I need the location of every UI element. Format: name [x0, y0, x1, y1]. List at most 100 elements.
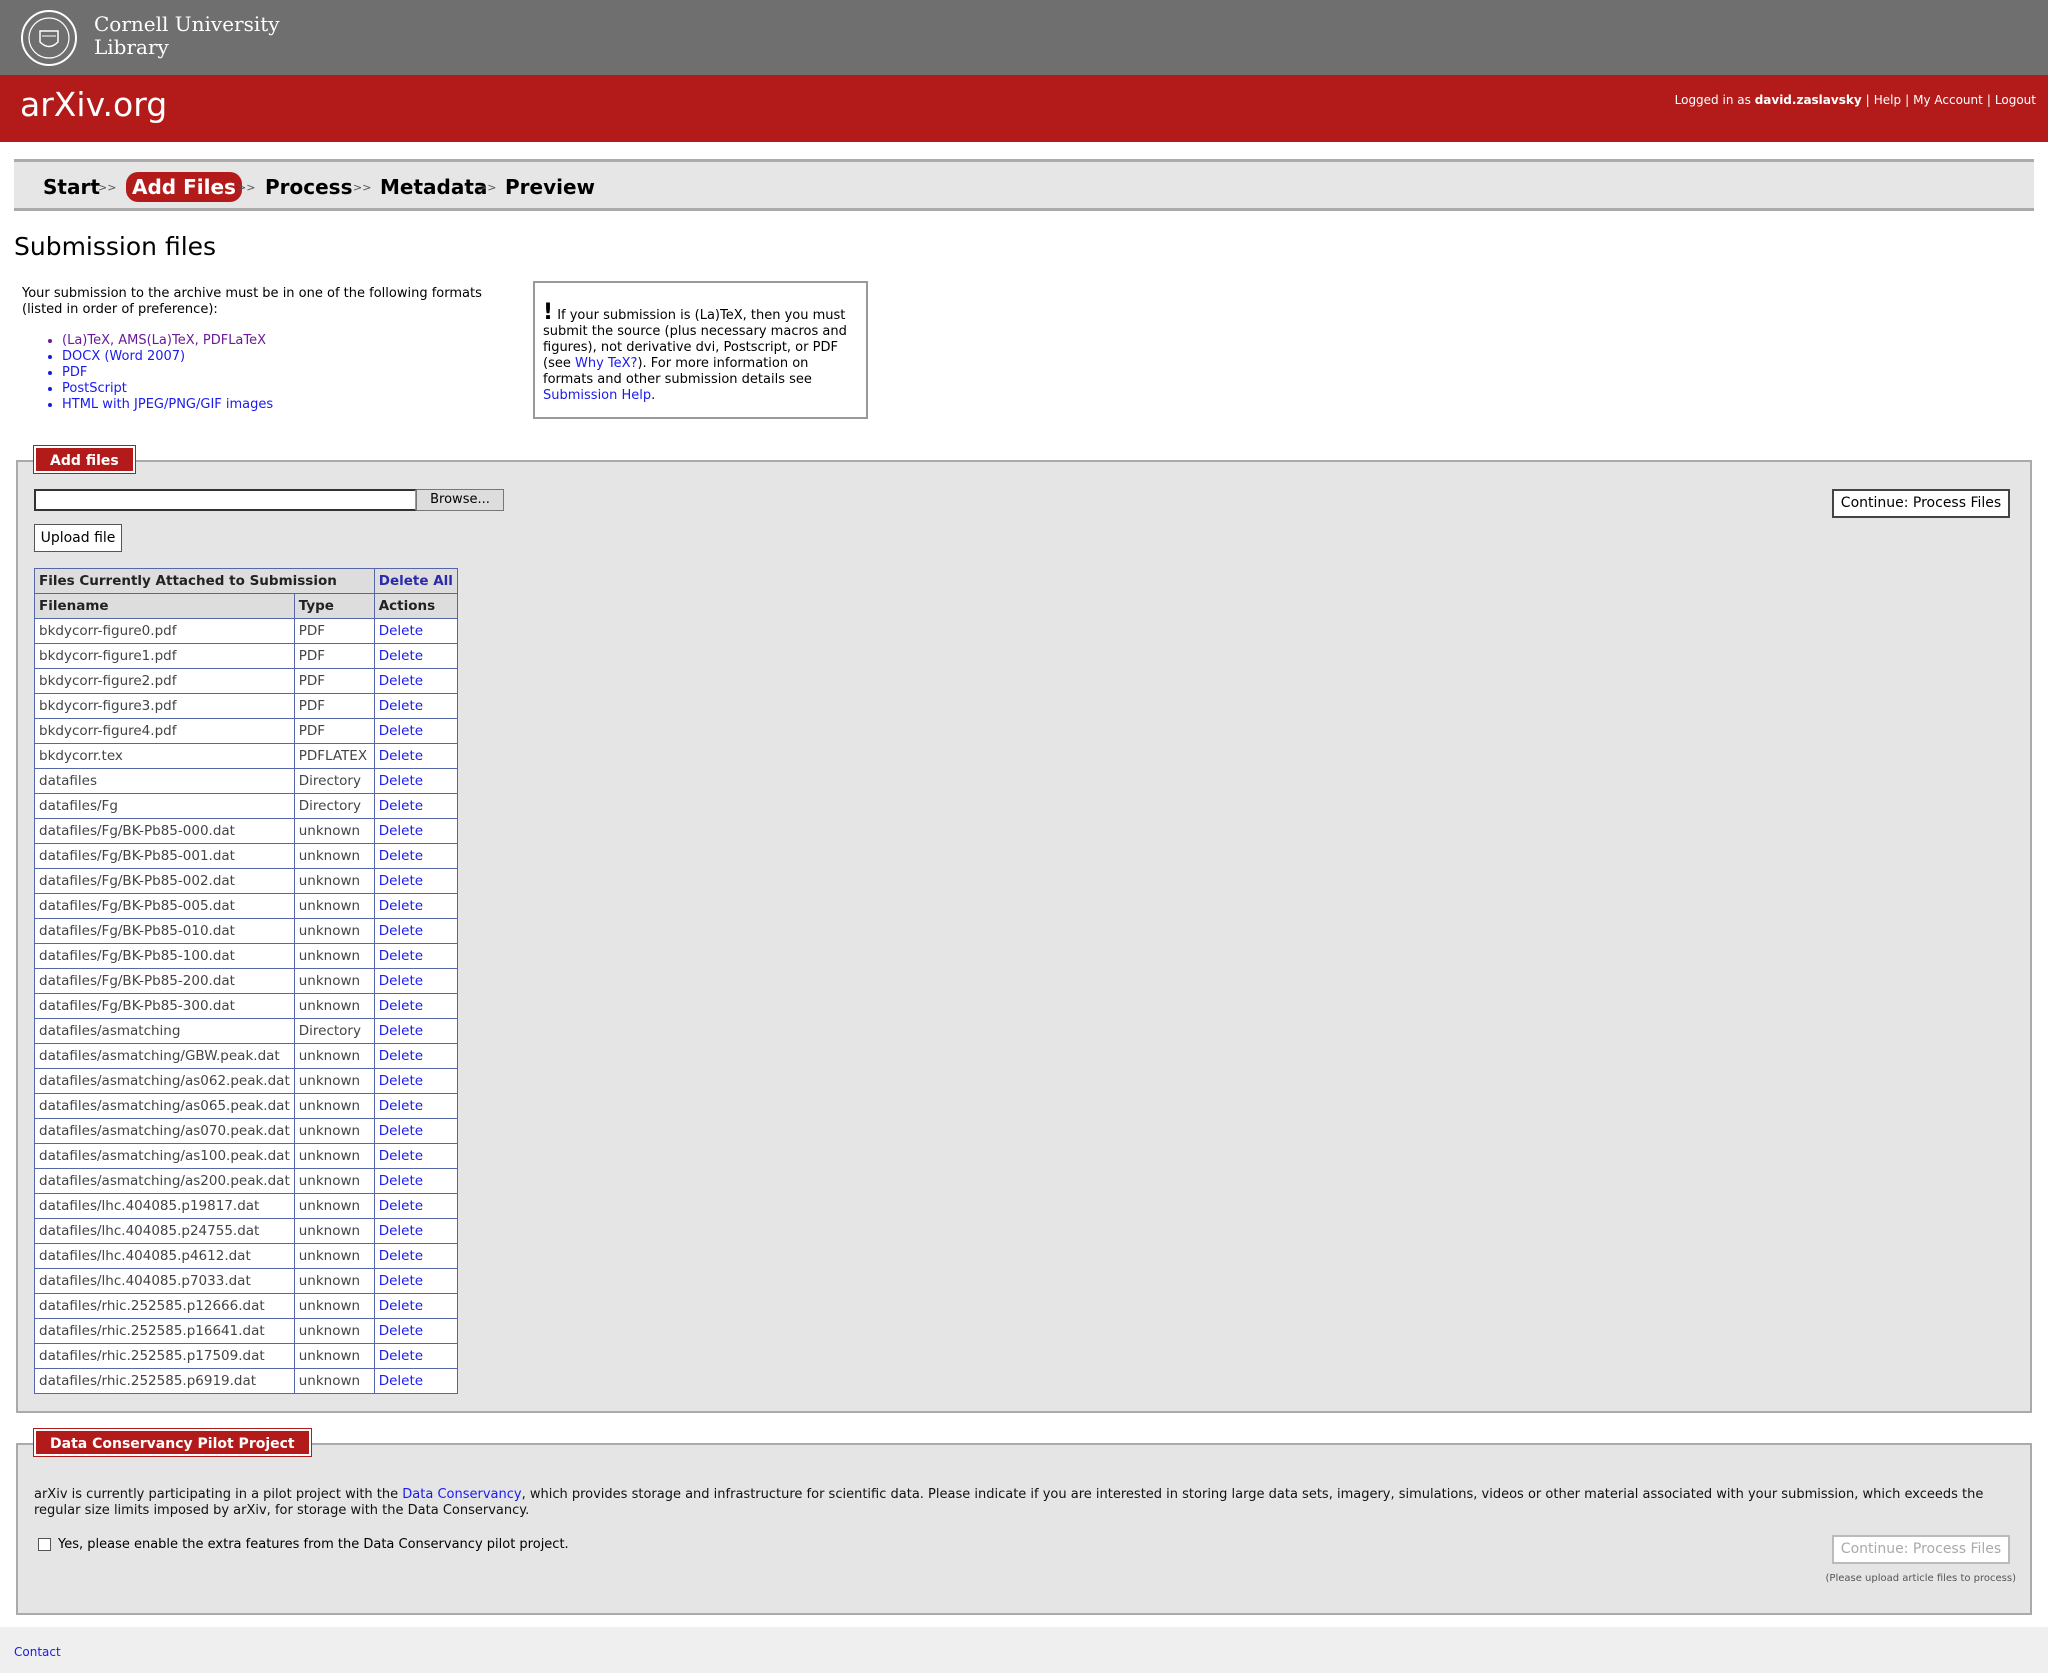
data-conservancy-link[interactable]: Data Conservancy [402, 1487, 521, 1502]
file-name-cell: datafiles/Fg [34, 793, 295, 819]
table-row: datafiles/rhic.252585.p17509.dat unknown D… [34, 1343, 458, 1369]
file-actions-cell: Delete [373, 843, 458, 869]
table-row: datafiles/asmatching/as100.peak.dat unkno… [34, 1143, 458, 1169]
delete-all-link[interactable]: Delete All [373, 568, 458, 594]
delete-file-link[interactable]: Delete [379, 1198, 423, 1214]
table-row: datafiles/Fg/BK-Pb85-005.dat unknown Delet… [34, 893, 458, 919]
logout-link[interactable]: Logout [1995, 93, 2036, 107]
help-link[interactable]: Help [1874, 93, 1901, 107]
delete-file-link[interactable]: Delete [379, 898, 423, 914]
delete-file-link[interactable]: Delete [379, 1273, 423, 1289]
format-link-pdf[interactable]: PDF [62, 365, 273, 381]
delete-file-link[interactable]: Delete [379, 1173, 423, 1189]
continue-process-files-button-disabled[interactable]: Continue: Process Files [1832, 1535, 2010, 1564]
continue-process-files-button[interactable]: Continue: Process Files [1832, 489, 2010, 518]
file-name-cell: datafiles/Fg/BK-Pb85-200.dat [34, 968, 295, 994]
delete-file-link[interactable]: Delete [379, 673, 423, 689]
table-row: datafiles/asmatching/as065.peak.dat unkno… [34, 1093, 458, 1119]
delete-file-link[interactable]: Delete [379, 1023, 423, 1039]
data-conservancy-description: arXiv is currently participating in a pi… [34, 1487, 2014, 1519]
step-separator: >> [237, 181, 256, 194]
delete-file-link[interactable]: Delete [379, 748, 423, 764]
delete-file-link[interactable]: Delete [379, 973, 423, 989]
file-name-cell: bkdycorr.tex [34, 743, 295, 769]
delete-file-link[interactable]: Delete [379, 648, 423, 664]
upload-file-button[interactable]: Upload file [34, 524, 122, 552]
delete-file-link[interactable]: Delete [379, 798, 423, 814]
my-account-link[interactable]: My Account [1913, 93, 1983, 107]
delete-file-link[interactable]: Delete [379, 873, 423, 889]
table-row: datafiles/lhc.404085.p4612.dat unknown Del… [34, 1243, 458, 1269]
file-name-cell: datafiles/lhc.404085.p24755.dat [34, 1218, 295, 1244]
file-actions-cell: Delete [373, 693, 458, 719]
delete-file-link[interactable]: Delete [379, 1048, 423, 1064]
file-name-cell: datafiles/lhc.404085.p7033.dat [34, 1268, 295, 1294]
delete-file-link[interactable]: Delete [379, 623, 423, 639]
file-type-cell: PDFLATEX [293, 743, 375, 769]
delete-file-link[interactable]: Delete [379, 1323, 423, 1339]
delete-file-link[interactable]: Delete [379, 998, 423, 1014]
why-tex-link[interactable]: Why TeX? [575, 356, 637, 371]
delete-file-link[interactable]: Delete [379, 773, 423, 789]
delete-file-link[interactable]: Delete [379, 1298, 423, 1314]
arxiv-header: arXiv.org Logged in as david.zaslavsky | H… [0, 75, 2048, 142]
cornell-library-logo[interactable]: Cornell University Library [94, 13, 280, 59]
column-header-actions: Actions [373, 593, 458, 619]
table-row: bkdycorr.tex PDFLATEX Delete [34, 743, 458, 769]
file-name-cell: bkdycorr-figure3.pdf [34, 693, 295, 719]
table-row: datafiles/Fg/BK-Pb85-001.dat unknown Delet… [34, 843, 458, 869]
delete-file-link[interactable]: Delete [379, 1248, 423, 1264]
format-link-latex[interactable]: (La)TeX, AMS(La)TeX, PDFLaTeX [62, 333, 273, 349]
delete-file-link[interactable]: Delete [379, 823, 423, 839]
data-conservancy-checkbox[interactable] [38, 1538, 51, 1551]
data-conservancy-legend: Data Conservancy Pilot Project [33, 1428, 312, 1457]
data-conservancy-checkbox-label[interactable]: Yes, please enable the extra features fr… [58, 1537, 569, 1553]
delete-file-link[interactable]: Delete [379, 723, 423, 739]
step-start[interactable]: Start [43, 172, 100, 202]
delete-file-link[interactable]: Delete [379, 1223, 423, 1239]
step-process[interactable]: Process [265, 172, 353, 202]
format-link-docx[interactable]: DOCX (Word 2007) [62, 349, 273, 365]
delete-file-link[interactable]: Delete [379, 1373, 423, 1389]
delete-file-link[interactable]: Delete [379, 923, 423, 939]
arxiv-logo[interactable]: arXiv.org [20, 85, 167, 125]
cornell-seal-icon[interactable] [20, 9, 78, 67]
delete-file-link[interactable]: Delete [379, 1073, 423, 1089]
table-row: datafiles/asmatching Directory Delete [34, 1018, 458, 1044]
submission-help-link[interactable]: Submission Help [543, 388, 651, 403]
delete-file-link[interactable]: Delete [379, 1098, 423, 1114]
delete-file-link[interactable]: Delete [379, 1148, 423, 1164]
delete-file-link[interactable]: Delete [379, 1123, 423, 1139]
delete-file-link[interactable]: Delete [379, 698, 423, 714]
contact-link[interactable]: Contact [14, 1645, 61, 1659]
delete-file-link[interactable]: Delete [379, 1348, 423, 1364]
step-metadata[interactable]: Metadata [380, 172, 487, 202]
file-name-cell: datafiles/Fg/BK-Pb85-000.dat [34, 818, 295, 844]
footer: Contact [0, 1627, 2048, 1673]
step-preview[interactable]: Preview [505, 172, 595, 202]
file-actions-cell: Delete [373, 1143, 458, 1169]
delete-file-link[interactable]: Delete [379, 948, 423, 964]
file-name-cell: datafiles/Fg/BK-Pb85-002.dat [34, 868, 295, 894]
format-link-html[interactable]: HTML with JPEG/PNG/GIF images [62, 397, 273, 413]
file-path-input[interactable] [34, 489, 416, 511]
data-conservancy-panel: Data Conservancy Pilot Project arXiv is … [16, 1428, 2032, 1615]
file-actions-cell: Delete [373, 1118, 458, 1144]
table-row: bkdycorr-figure4.pdf PDF Delete [34, 718, 458, 744]
file-actions-cell: Delete [373, 618, 458, 644]
file-name-cell: bkdycorr-figure4.pdf [34, 718, 295, 744]
step-add-files[interactable]: Add Files [126, 172, 242, 202]
file-name-cell: bkdycorr-figure0.pdf [34, 618, 295, 644]
file-type-cell: unknown [293, 1118, 375, 1144]
delete-file-link[interactable]: Delete [379, 848, 423, 864]
browse-button[interactable]: Browse... [416, 489, 504, 511]
table-caption: Files Currently Attached to Submission [34, 568, 375, 594]
file-actions-cell: Delete [373, 868, 458, 894]
table-row: datafiles/Fg/BK-Pb85-000.dat unknown Delet… [34, 818, 458, 844]
file-type-cell: unknown [293, 918, 375, 944]
file-name-cell: datafiles/asmatching/as100.peak.dat [34, 1143, 295, 1169]
format-link-postscript[interactable]: PostScript [62, 381, 273, 397]
logged-in-prefix: Logged in as [1674, 93, 1751, 107]
step-separator: >> [98, 181, 117, 194]
table-row: datafiles/lhc.404085.p24755.dat unknown De… [34, 1218, 458, 1244]
